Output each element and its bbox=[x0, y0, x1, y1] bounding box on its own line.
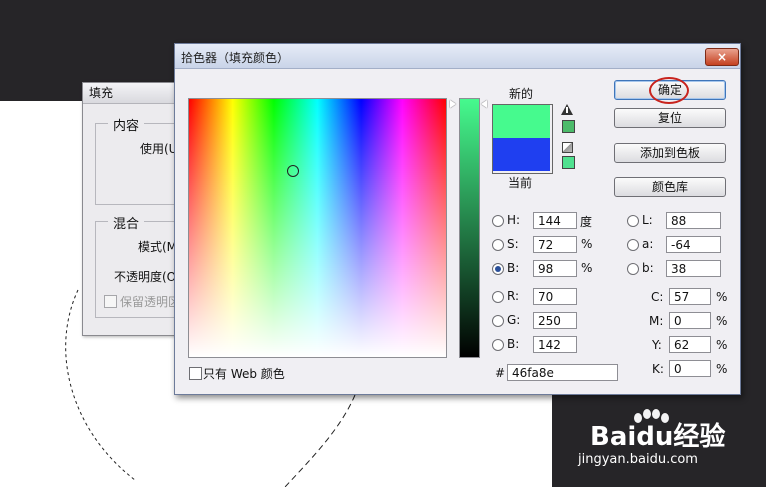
gamut-warning-mark bbox=[566, 107, 568, 113]
blue-label: B: bbox=[507, 337, 520, 351]
radio-a[interactable] bbox=[627, 239, 639, 251]
blue-input[interactable]: 142 bbox=[533, 336, 577, 353]
gamut-correction-swatch[interactable] bbox=[562, 120, 575, 133]
hex-label: # bbox=[495, 366, 506, 380]
use-label: 使用(U bbox=[140, 142, 178, 156]
y-unit: % bbox=[716, 338, 728, 352]
hex-input[interactable]: 46fa8e bbox=[507, 364, 618, 381]
radio-h[interactable] bbox=[492, 215, 504, 227]
lab-b-input[interactable]: 38 bbox=[666, 260, 721, 277]
content-group-label: 内容 bbox=[108, 115, 145, 134]
r-input[interactable]: 70 bbox=[533, 288, 577, 305]
c-input[interactable]: 57 bbox=[669, 288, 711, 305]
new-color-swatch bbox=[493, 105, 550, 138]
watermark-url: jingyan.baidu.com bbox=[578, 452, 698, 467]
k-unit: % bbox=[716, 362, 728, 376]
m-input[interactable]: 0 bbox=[669, 312, 711, 329]
h-label: H: bbox=[507, 213, 521, 227]
preserve-transparency-label: 保留透明区 bbox=[120, 295, 181, 309]
l-input[interactable]: 88 bbox=[666, 212, 721, 229]
b-input[interactable]: 98 bbox=[533, 260, 577, 277]
web-colors-only-label: 只有 Web 颜色 bbox=[203, 367, 285, 381]
l-label: L: bbox=[642, 213, 653, 227]
s-input[interactable]: 72 bbox=[533, 236, 577, 253]
c-unit: % bbox=[716, 290, 728, 304]
radio-b[interactable] bbox=[492, 263, 504, 275]
m-label: M: bbox=[649, 314, 664, 328]
web-safe-cube-icon[interactable] bbox=[562, 142, 573, 153]
radio-l[interactable] bbox=[627, 215, 639, 227]
c-label: C: bbox=[651, 290, 664, 304]
radio-lab-b[interactable] bbox=[627, 263, 639, 275]
radio-s[interactable] bbox=[492, 239, 504, 251]
reset-button[interactable]: 复位 bbox=[614, 108, 726, 128]
h-input[interactable]: 144 bbox=[533, 212, 577, 229]
h-unit: 度 bbox=[580, 215, 593, 229]
opacity-label: 不透明度(O bbox=[114, 270, 177, 284]
a-label: a: bbox=[642, 237, 654, 251]
brightness-slider[interactable] bbox=[459, 98, 480, 358]
hue-slider-left-arrow-icon[interactable] bbox=[450, 100, 456, 108]
k-input[interactable]: 0 bbox=[669, 360, 711, 377]
k-label: K: bbox=[652, 362, 664, 376]
mode-label: 模式(M bbox=[138, 240, 178, 254]
web-safe-swatch[interactable] bbox=[562, 156, 575, 169]
color-picker-dialog: 拾色器（填充颜色） × 新的 当前 确定 复位 添加到色板 颜色库 H: 144… bbox=[174, 43, 741, 395]
close-button[interactable]: × bbox=[705, 48, 739, 66]
picker-title: 拾色器（填充颜色） bbox=[181, 51, 290, 65]
preserve-transparency-checkbox[interactable] bbox=[104, 295, 117, 308]
s-label: S: bbox=[507, 237, 519, 251]
blend-group-label: 混合 bbox=[108, 213, 145, 232]
color-libraries-button[interactable]: 颜色库 bbox=[614, 177, 726, 197]
ok-highlight-ring bbox=[649, 77, 689, 104]
s-unit: % bbox=[581, 237, 593, 251]
g-input[interactable]: 250 bbox=[533, 312, 577, 329]
web-colors-only-checkbox[interactable] bbox=[189, 367, 202, 380]
lab-b-label: b: bbox=[642, 261, 654, 275]
r-label: R: bbox=[507, 289, 520, 303]
b-label: B: bbox=[507, 261, 520, 275]
color-field[interactable] bbox=[188, 98, 447, 358]
y-input[interactable]: 62 bbox=[669, 336, 711, 353]
y-label: Y: bbox=[652, 338, 662, 352]
g-label: G: bbox=[507, 313, 521, 327]
current-color-swatch[interactable] bbox=[493, 138, 550, 171]
add-to-swatches-button[interactable]: 添加到色板 bbox=[614, 143, 726, 163]
radio-g[interactable] bbox=[492, 315, 504, 327]
radio-r[interactable] bbox=[492, 291, 504, 303]
picker-titlebar[interactable]: 拾色器（填充颜色） × bbox=[175, 44, 740, 69]
current-color-label: 当前 bbox=[508, 176, 533, 190]
b-unit: % bbox=[581, 261, 593, 275]
color-field-marker[interactable] bbox=[287, 165, 299, 177]
new-color-label: 新的 bbox=[509, 87, 534, 101]
a-input[interactable]: -64 bbox=[666, 236, 721, 253]
watermark-brand: Baidu经验 bbox=[590, 422, 726, 452]
m-unit: % bbox=[716, 314, 728, 328]
hue-slider-right-arrow-icon[interactable] bbox=[481, 100, 487, 108]
radio-blue[interactable] bbox=[492, 339, 504, 351]
